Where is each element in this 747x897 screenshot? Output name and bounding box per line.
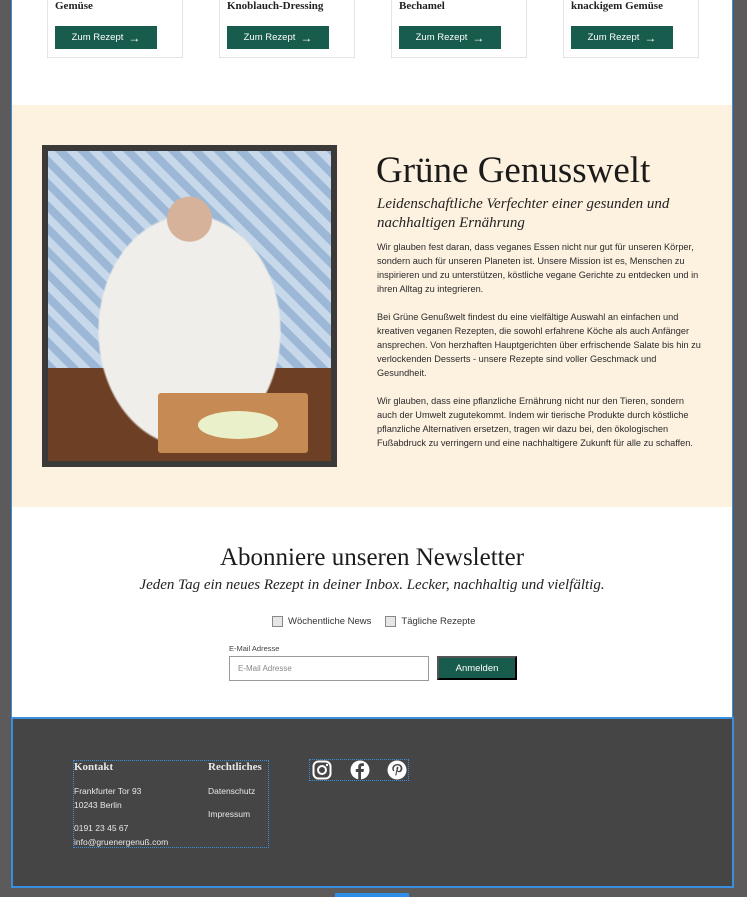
recipe-cards: Gemüse Zum Rezept → Knoblauch-Dressing Zu… — [46, 0, 706, 60]
recipe-button-label: Zum Rezept — [587, 32, 640, 43]
about-section: Grüne Genusswelt Leidenschaftliche Verfe… — [12, 105, 732, 507]
about-text: Wir glauben fest daran, dass veganes Ess… — [377, 240, 702, 464]
recipe-card: knackigem Gemüse Zum Rezept → — [563, 0, 699, 58]
pinterest-icon[interactable] — [386, 759, 408, 781]
about-paragraph: Bei Grüne Genußwelt findest du eine viel… — [377, 312, 701, 378]
footer-street: Frankfurter Tor 93 — [74, 786, 142, 796]
about-photo — [42, 145, 337, 467]
recipe-button[interactable]: Zum Rezept → — [227, 26, 329, 49]
checkbox-box[interactable] — [272, 616, 283, 627]
scroll-indicator — [335, 893, 409, 897]
about-subtitle: Leidenschaftliche Verfechter einer gesun… — [377, 196, 670, 231]
checkbox-box[interactable] — [385, 616, 397, 627]
footer-phone[interactable]: 0191 23 45 67 — [74, 821, 168, 835]
daily-recipes-checkbox[interactable]: Tägliche Rezepte — [385, 616, 475, 627]
newsletter-title: Abonniere unseren Newsletter — [219, 544, 525, 571]
recipe-card: Gemüse Zum Rezept → — [47, 0, 183, 58]
footer-contact: Kontakt Frankfurter Tor 93 10243 Berlin … — [74, 761, 168, 849]
recipe-button-label: Zum Rezept — [71, 32, 124, 43]
recipe-card: Knoblauch-Dressing Zum Rezept → — [219, 0, 355, 58]
about-paragraph: Wir glauben, dass eine pflanzliche Ernäh… — [377, 396, 693, 448]
footer-contact-heading: Kontakt — [74, 761, 114, 773]
footer-legal-heading: Rechtliches — [208, 761, 262, 773]
recipe-button[interactable]: Zum Rezept → — [399, 26, 501, 49]
cook-image — [48, 151, 331, 461]
newsletter-subtitle: Jeden Tag ein neues Rezept in deiner Inb… — [139, 577, 605, 593]
about-title: Grüne Genusswelt — [376, 150, 651, 191]
subscribe-button[interactable]: Anmelden — [437, 656, 517, 680]
email-input[interactable]: E-Mail Adresse — [229, 656, 429, 681]
footer: Kontakt Frankfurter Tor 93 10243 Berlin … — [11, 717, 734, 888]
recipe-button[interactable]: Zum Rezept → — [571, 26, 673, 49]
recipe-card-title: Gemüse — [55, 0, 93, 12]
privacy-link[interactable]: Datenschutz — [208, 784, 262, 798]
checkbox-label: Wöchentliche News — [288, 616, 372, 627]
email-label: E-Mail Adresse — [229, 644, 280, 653]
page-content: Gemüse Zum Rezept → Knoblauch-Dressing Zu… — [11, 0, 733, 717]
arrow-right-icon: → — [644, 30, 657, 45]
social-links — [309, 759, 409, 781]
footer-legal: Rechtliches Datenschutz Impressum — [208, 761, 262, 821]
recipe-card-title: knackigem Gemüse — [571, 0, 663, 12]
footer-columns: Kontakt Frankfurter Tor 93 10243 Berlin … — [73, 760, 269, 848]
recipe-card-title: Knoblauch-Dressing — [227, 0, 324, 12]
newsletter-options: Wöchentliche News Tägliche Rezepte — [272, 616, 475, 627]
weekly-news-checkbox[interactable]: Wöchentliche News — [272, 616, 371, 627]
recipe-card: Bechamel Zum Rezept → — [391, 0, 527, 58]
recipe-button[interactable]: Zum Rezept → — [55, 26, 157, 49]
recipe-button-label: Zum Rezept — [243, 32, 296, 43]
arrow-right-icon: → — [472, 30, 485, 45]
about-paragraph: Wir glauben fest daran, dass veganes Ess… — [377, 242, 699, 294]
arrow-right-icon: → — [128, 30, 141, 45]
recipe-card-title: Bechamel — [399, 0, 445, 12]
recipe-button-label: Zum Rezept — [415, 32, 468, 43]
footer-city: 10243 Berlin — [74, 800, 122, 810]
imprint-link[interactable]: Impressum — [208, 807, 262, 821]
checkbox-label: Tägliche Rezepte — [401, 616, 476, 627]
footer-email[interactable]: info@gruenergenuß.com — [74, 835, 168, 849]
vegetables — [198, 411, 278, 439]
facebook-icon[interactable] — [349, 759, 371, 781]
arrow-right-icon: → — [300, 30, 313, 45]
instagram-icon[interactable] — [311, 759, 333, 781]
